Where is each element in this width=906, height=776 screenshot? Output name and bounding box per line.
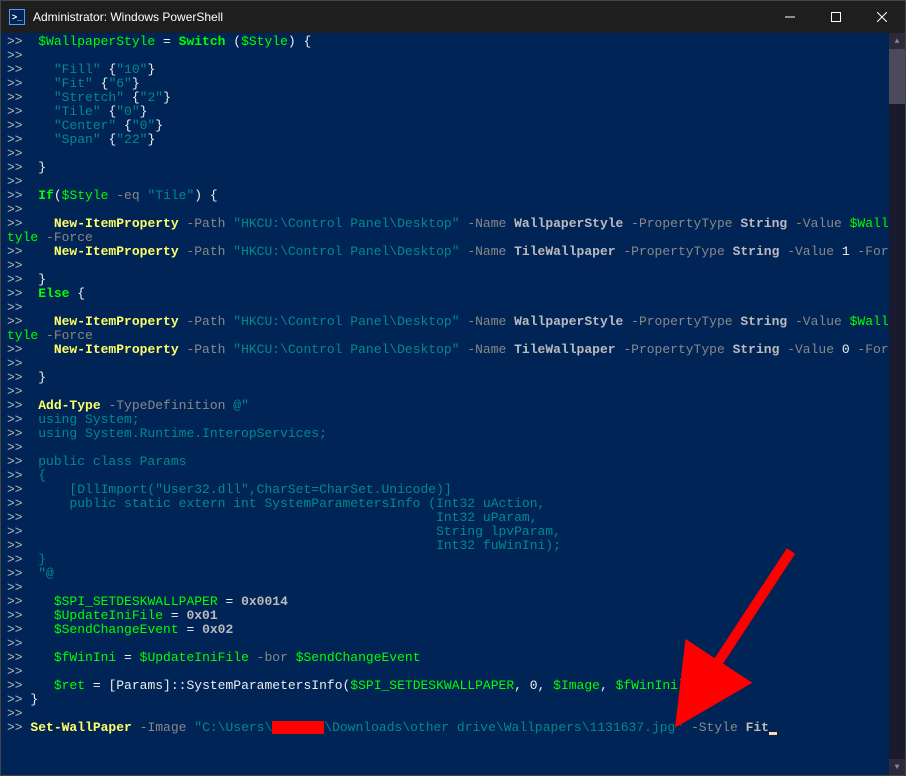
close-button[interactable]	[859, 1, 905, 33]
keyword-if: If	[38, 188, 54, 203]
text-cursor	[769, 732, 777, 735]
minimize-button[interactable]	[767, 1, 813, 33]
redacted-username	[272, 721, 324, 734]
cmdlet-new-itemproperty: New-ItemProperty	[54, 216, 179, 231]
maximize-button[interactable]	[813, 1, 859, 33]
keyword-switch: Switch	[179, 34, 226, 49]
keyword-else: Else	[38, 286, 69, 301]
prompt: >>	[7, 34, 23, 49]
powershell-icon: >_	[9, 9, 25, 25]
window-title: Administrator: Windows PowerShell	[33, 10, 767, 24]
scroll-down-button[interactable]: ▼	[889, 759, 905, 775]
app-icon-wrap: >_	[1, 9, 33, 25]
var: $WallpaperStyle	[38, 34, 155, 49]
cmdlet-add-type: Add-Type	[38, 398, 100, 413]
vertical-scrollbar[interactable]: ▲ ▼	[889, 33, 905, 775]
powershell-window: >_ Administrator: Windows PowerShell >> …	[0, 0, 906, 776]
titlebar[interactable]: >_ Administrator: Windows PowerShell	[1, 1, 905, 33]
window-controls	[767, 1, 905, 33]
scroll-thumb[interactable]	[889, 49, 905, 104]
scroll-up-button[interactable]: ▲	[889, 33, 905, 49]
terminal-content[interactable]: >> $WallpaperStyle = Switch ($Style) { >…	[1, 33, 905, 775]
cmdlet-set-wallpaper: Set-WallPaper	[30, 720, 131, 735]
